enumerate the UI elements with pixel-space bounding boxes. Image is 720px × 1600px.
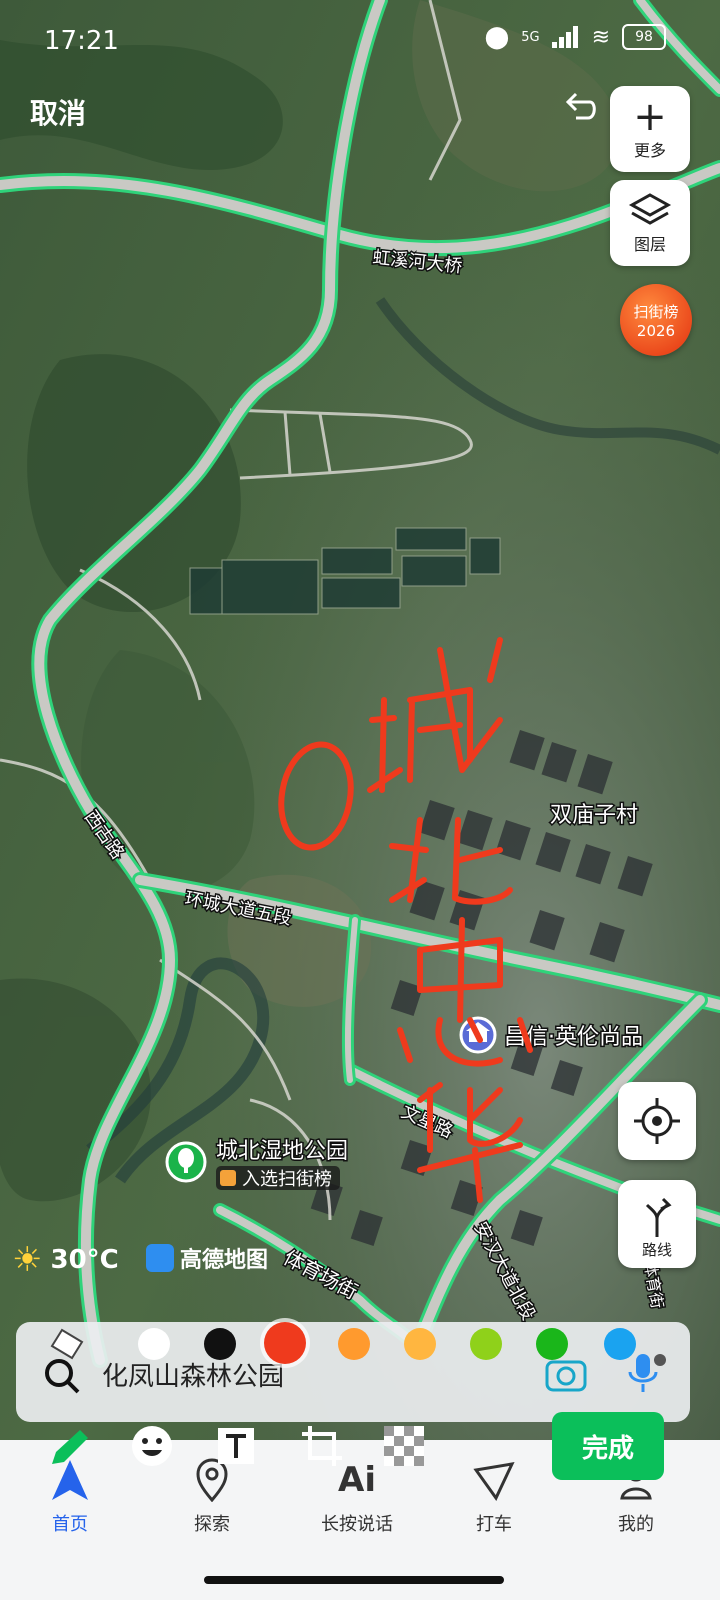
status-bar: 17:21 ⬤ 5G ≋ 98 (0, 0, 720, 70)
locate-button[interactable] (618, 1082, 696, 1160)
eraser-icon[interactable] (48, 1324, 92, 1364)
route-arrow-icon (645, 1197, 672, 1237)
route-button[interactable]: 路线 (618, 1180, 696, 1268)
pen-tool-icon[interactable] (46, 1426, 90, 1470)
text-tool-icon[interactable] (216, 1426, 256, 1466)
home-indicator (204, 1576, 504, 1584)
battery-icon: 98 (622, 24, 666, 50)
tab-taxi-label: 打车 (476, 1514, 512, 1535)
tab-voice-label: 长按说话 (321, 1514, 393, 1535)
taxi-icon (473, 1462, 515, 1501)
status-icons: ⬤ 5G ≋ 98 (485, 24, 666, 50)
drawing-tools (130, 1424, 430, 1474)
wifi-icon: ≋ (591, 24, 610, 50)
tab-taxi[interactable]: 打车 (444, 1450, 544, 1536)
layers-label: 图层 (633, 235, 666, 254)
color-amber[interactable] (404, 1328, 436, 1360)
color-red-selected[interactable] (264, 1322, 306, 1364)
status-time: 17:21 (44, 26, 119, 56)
locate-icon (634, 1098, 680, 1144)
mosaic-icon[interactable] (384, 1426, 424, 1466)
label-park: 城北湿地公园 (216, 1139, 348, 1164)
scan-ranking-badge[interactable]: 扫街榜 2026 (620, 284, 692, 356)
tab-mine-label: 我的 (618, 1514, 654, 1535)
cancel-button[interactable]: 取消 (30, 92, 86, 132)
amap-logo-icon (146, 1244, 174, 1272)
signal-icon (551, 26, 580, 48)
undo-icon[interactable] (560, 88, 600, 128)
tab-explore-label: 探索 (194, 1514, 230, 1535)
label-village[interactable]: 双庙子村 (549, 802, 640, 830)
crop-icon[interactable] (300, 1424, 344, 1468)
mic-icon[interactable] (622, 1350, 666, 1396)
scan-badge-title: 扫街榜 (633, 302, 679, 321)
color-orange[interactable] (338, 1328, 370, 1360)
scan-badge-year: 2026 (636, 321, 676, 340)
brand-name: 高德地图 (180, 1248, 269, 1273)
more-button[interactable]: + 更多 (610, 86, 690, 172)
done-button[interactable]: 完成 (552, 1412, 664, 1480)
map-screen: 虹溪河大桥 西古路 环城大道五段 文星路 体育场街 安汉大道北段 体育街 双庙子… (0, 0, 720, 1600)
color-black[interactable] (204, 1328, 236, 1360)
more-label: 更多 (633, 141, 666, 160)
color-white[interactable] (138, 1328, 170, 1360)
temperature: 30°C (50, 1245, 119, 1275)
battery-level: 98 (635, 29, 653, 45)
camera-icon[interactable] (544, 1354, 588, 1394)
plus-icon: + (633, 94, 667, 140)
tab-home-label: 首页 (52, 1514, 88, 1535)
weather-widget[interactable]: ☀ 30°C (12, 1240, 119, 1280)
layers-icon (628, 193, 672, 225)
sun-icon: ☀ (12, 1240, 43, 1280)
emoji-icon[interactable] (130, 1424, 174, 1468)
route-label: 路线 (641, 1241, 672, 1259)
layers-button[interactable]: 图层 (610, 180, 690, 266)
color-lime[interactable] (470, 1328, 502, 1360)
label-park-badge: 入选扫街榜 (242, 1169, 332, 1190)
location-icon: ⬤ (484, 24, 510, 50)
brand-logo: 高德地图 (146, 1242, 268, 1274)
network-label: 5G (521, 29, 540, 45)
